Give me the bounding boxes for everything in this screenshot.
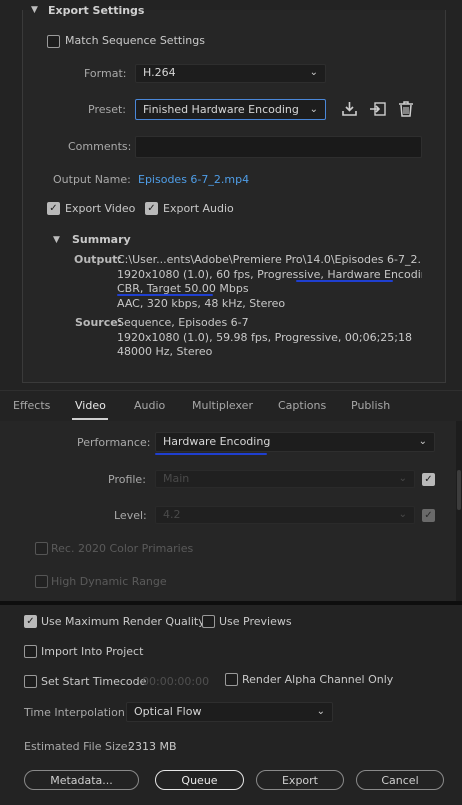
performance-dropdown[interactable]: Hardware Encoding ⌄ (155, 432, 435, 452)
summary-output-line: AAC, 320 kbps, 48 kHz, Stereo (117, 296, 286, 310)
summary-source-line: 48000 Hz, Stereo (117, 345, 213, 358)
export-settings-header[interactable]: Export Settings (48, 4, 144, 17)
summary-source-label: Source: (75, 316, 123, 329)
set-start-timecode-label[interactable]: Set Start Timecode (41, 675, 146, 688)
export-audio-label[interactable]: Export Audio (163, 202, 234, 215)
level-dropdown[interactable]: 4.2 ⌄ (155, 506, 415, 524)
preset-label: Preset: (88, 103, 127, 116)
use-previews-checkbox[interactable] (202, 615, 215, 628)
max-render-quality-label[interactable]: Use Maximum Render Quality (41, 615, 205, 628)
level-checkbox[interactable]: ✓ (422, 509, 435, 522)
format-value: H.264 (143, 66, 176, 79)
output-name-link[interactable]: Episodes 6-7_2.mp4 (138, 173, 249, 186)
start-timecode-value[interactable]: 00:00:00:00 (142, 675, 209, 688)
import-preset-icon[interactable] (369, 100, 387, 120)
time-interpolation-dropdown[interactable]: Optical Flow ⌄ (126, 702, 333, 722)
summary-header[interactable]: Summary (72, 233, 131, 246)
delete-preset-icon[interactable] (398, 100, 414, 121)
summary-chevron-icon[interactable]: ▼ (53, 235, 60, 245)
export-settings-panel: ▼ Export Settings Match Sequence Setting… (0, 0, 462, 390)
comments-label: Comments: (68, 140, 132, 153)
hdr-label: High Dynamic Range (51, 575, 167, 588)
use-previews-label[interactable]: Use Previews (219, 615, 292, 628)
cancel-button[interactable]: Cancel (356, 770, 444, 790)
summary-source-lines: Sequence, Episodes 6-7 1920x1080 (1.0), … (117, 316, 422, 360)
format-label: Format: (84, 67, 127, 80)
export-button[interactable]: Export (256, 770, 344, 790)
export-video-label[interactable]: Export Video (65, 202, 135, 215)
chevron-down-icon: ⌄ (309, 104, 318, 115)
estimated-file-size-value: 2313 MB (128, 740, 177, 753)
profile-label: Profile: (108, 473, 146, 486)
level-value: 4.2 (163, 508, 181, 521)
annotation-underline (296, 280, 393, 282)
level-label: Level: (114, 509, 147, 522)
chevron-down-icon: ⌄ (316, 706, 325, 717)
set-start-timecode-checkbox[interactable] (24, 675, 37, 688)
render-alpha-checkbox[interactable] (225, 673, 238, 686)
queue-button[interactable]: Queue (155, 770, 244, 790)
scrollbar-track[interactable] (456, 421, 462, 601)
active-tab-indicator (72, 418, 108, 420)
export-audio-checkbox[interactable]: ✓ (145, 202, 158, 215)
performance-value: Hardware Encoding (163, 435, 271, 448)
chevron-down-icon: ⌄ (398, 473, 407, 484)
profile-value: Main (163, 472, 190, 485)
render-alpha-label[interactable]: Render Alpha Channel Only (242, 673, 393, 686)
scrollbar-thumb[interactable] (457, 470, 461, 510)
export-options-panel: ✓ Use Maximum Render Quality Use Preview… (0, 605, 462, 805)
estimated-file-size-label: Estimated File Size: (24, 740, 132, 753)
rec2020-checkbox[interactable] (35, 542, 48, 555)
time-interpolation-label: Time Interpolation: (24, 706, 129, 719)
summary-output-label: Output: (74, 253, 122, 266)
match-sequence-label[interactable]: Match Sequence Settings (65, 34, 205, 47)
comments-value (136, 140, 141, 153)
tab-effects[interactable]: Effects (13, 399, 50, 412)
export-video-checkbox[interactable]: ✓ (47, 202, 60, 215)
time-interpolation-value: Optical Flow (134, 705, 202, 718)
preset-dropdown[interactable]: Finished Hardware Encoding ⌄ (135, 99, 326, 120)
import-into-project-checkbox[interactable] (24, 645, 37, 658)
output-name-label: Output Name: (53, 173, 131, 186)
profile-checkbox[interactable]: ✓ (422, 473, 435, 486)
format-dropdown[interactable]: H.264 ⌄ (135, 64, 326, 83)
preset-value: Finished Hardware Encoding (143, 103, 299, 116)
profile-dropdown[interactable]: Main ⌄ (155, 470, 415, 488)
hdr-checkbox[interactable] (35, 575, 48, 588)
import-into-project-label[interactable]: Import Into Project (41, 645, 143, 658)
metadata-button[interactable]: Metadata... (24, 770, 139, 790)
annotation-underline (155, 453, 267, 455)
performance-label: Performance: (77, 436, 151, 449)
chevron-down-icon: ⌄ (309, 67, 318, 78)
match-sequence-checkbox[interactable] (47, 35, 60, 48)
tab-video[interactable]: Video (75, 399, 106, 412)
annotation-underline (117, 294, 213, 296)
tab-publish[interactable]: Publish (351, 399, 390, 412)
comments-input[interactable] (135, 136, 422, 158)
save-preset-icon[interactable] (341, 100, 358, 120)
tab-audio[interactable]: Audio (134, 399, 165, 412)
tab-multiplexer[interactable]: Multiplexer (192, 399, 253, 412)
chevron-down-icon: ⌄ (418, 436, 427, 447)
summary-output-lines: C:\User...ents\Adobe\Premiere Pro\14.0\E… (117, 253, 422, 311)
collapse-chevron-icon[interactable]: ▼ (31, 5, 38, 15)
summary-source-line: 1920x1080 (1.0), 59.98 fps, Progressive,… (117, 330, 413, 344)
chevron-down-icon: ⌄ (398, 509, 407, 520)
tab-captions[interactable]: Captions (278, 399, 326, 412)
video-settings-panel: Performance: Hardware Encoding ⌄ Profile… (0, 421, 462, 601)
summary-source-line: Sequence, Episodes 6-7 (117, 316, 249, 329)
max-render-quality-checkbox[interactable]: ✓ (24, 615, 37, 628)
summary-output-line: C:\User...ents\Adobe\Premiere Pro\14.0\E… (117, 253, 422, 266)
settings-tabs: Effects Video Audio Multiplexer Captions… (0, 390, 462, 422)
rec2020-label: Rec. 2020 Color Primaries (51, 542, 194, 555)
